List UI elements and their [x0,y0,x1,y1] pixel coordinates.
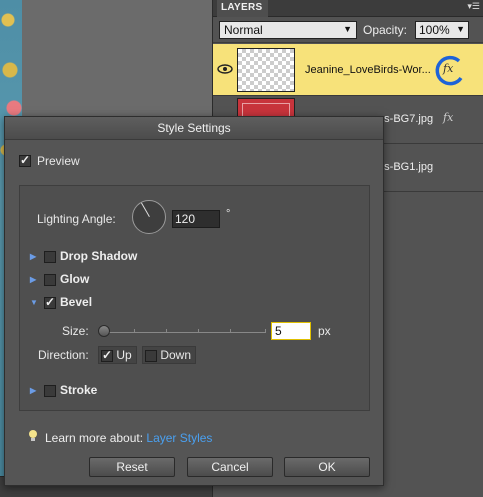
learn-more-label: Learn more about: [45,431,144,445]
ok-button[interactable]: OK [284,457,370,477]
layer-thumbnail [237,48,295,92]
layers-tab-bar: LAYERS ▾☰ [213,0,483,17]
slider-tick [198,329,199,333]
preview-label: Preview [37,153,80,168]
style-options-panel: Lighting Angle: 120 ° ▶ Drop Shadow ▶ Glow… [19,185,370,411]
slider-tick [166,329,167,333]
layer-styles-link[interactable]: Layer Styles [146,431,212,445]
glow-checkbox[interactable] [44,273,56,286]
slider-handle[interactable] [98,325,110,337]
style-settings-dialog: Style Settings Preview Lighting Angle: 1… [4,116,384,486]
bevel-size-input[interactable]: 5 [271,322,311,340]
fx-icon[interactable]: fx [443,111,453,124]
collapse-triangle-icon[interactable]: ▼ [30,298,40,307]
expand-triangle-icon[interactable]: ▶ [30,252,40,261]
section-glow[interactable]: ▶ Glow [30,272,89,286]
expand-triangle-icon[interactable]: ▶ [30,386,40,395]
bevel-size-label: Size: [62,324,89,338]
direction-down-option[interactable]: Down [142,346,197,364]
panel-menu-icon[interactable]: ▾☰ [467,1,480,12]
preview-checkbox[interactable] [19,153,31,167]
dialog-title: Style Settings [5,117,383,140]
dial-indicator [141,202,150,217]
opacity-value: 100% [419,23,450,37]
stroke-label: Stroke [60,383,98,397]
layer-name: Jeanine_LoveBirds-Wor... [305,64,431,76]
direction-up-option[interactable]: Up [98,346,137,364]
glow-label: Glow [60,272,90,286]
chevron-down-icon: ▼ [343,24,352,34]
down-checkbox[interactable] [145,349,157,362]
section-bevel[interactable]: ▼ Bevel [30,295,92,309]
lighting-angle-dial[interactable] [132,200,166,234]
opacity-label: Opacity: [363,23,408,37]
slider-tick [265,329,266,333]
learn-more-text: Learn more about: Layer Styles [45,431,212,445]
lighting-angle-label: Lighting Angle: [37,212,116,226]
reset-button[interactable]: Reset [89,457,175,477]
cancel-button[interactable]: Cancel [187,457,273,477]
bevel-label: Bevel [60,295,93,309]
blend-mode-value: Normal [224,23,263,37]
bevel-size-slider[interactable] [102,329,266,333]
opacity-field[interactable]: 100% ▼ [415,21,469,39]
down-label: Down [160,348,192,362]
size-unit: px [318,324,331,338]
layer-row-selected[interactable]: Jeanine_LoveBirds-Wor... fx [213,44,483,96]
lighting-angle-input[interactable]: 120 [172,210,220,228]
layers-tab[interactable]: LAYERS [217,0,269,17]
eye-icon[interactable] [216,60,234,78]
layers-controls: Normal ▼ Opacity: 100% ▼ [213,17,483,43]
direction-label: Direction: [38,348,89,362]
slider-tick [230,329,231,333]
up-label: Up [116,348,132,362]
section-stroke[interactable]: ▶ Stroke [30,383,97,397]
lightbulb-icon [27,429,39,446]
slider-tick [134,329,135,333]
drop-shadow-checkbox[interactable] [44,250,56,263]
section-drop-shadow[interactable]: ▶ Drop Shadow [30,249,137,263]
up-checkbox[interactable] [101,348,113,362]
degree-symbol: ° [226,208,231,220]
drop-shadow-label: Drop Shadow [60,249,138,263]
chevron-down-icon: ▼ [456,24,465,34]
preview-checkbox-row[interactable]: Preview [19,153,80,168]
fx-icon[interactable]: fx [443,62,453,75]
expand-triangle-icon[interactable]: ▶ [30,275,40,284]
stroke-checkbox[interactable] [44,384,56,397]
blend-mode-select[interactable]: Normal ▼ [219,21,357,39]
bevel-checkbox[interactable] [44,295,56,309]
